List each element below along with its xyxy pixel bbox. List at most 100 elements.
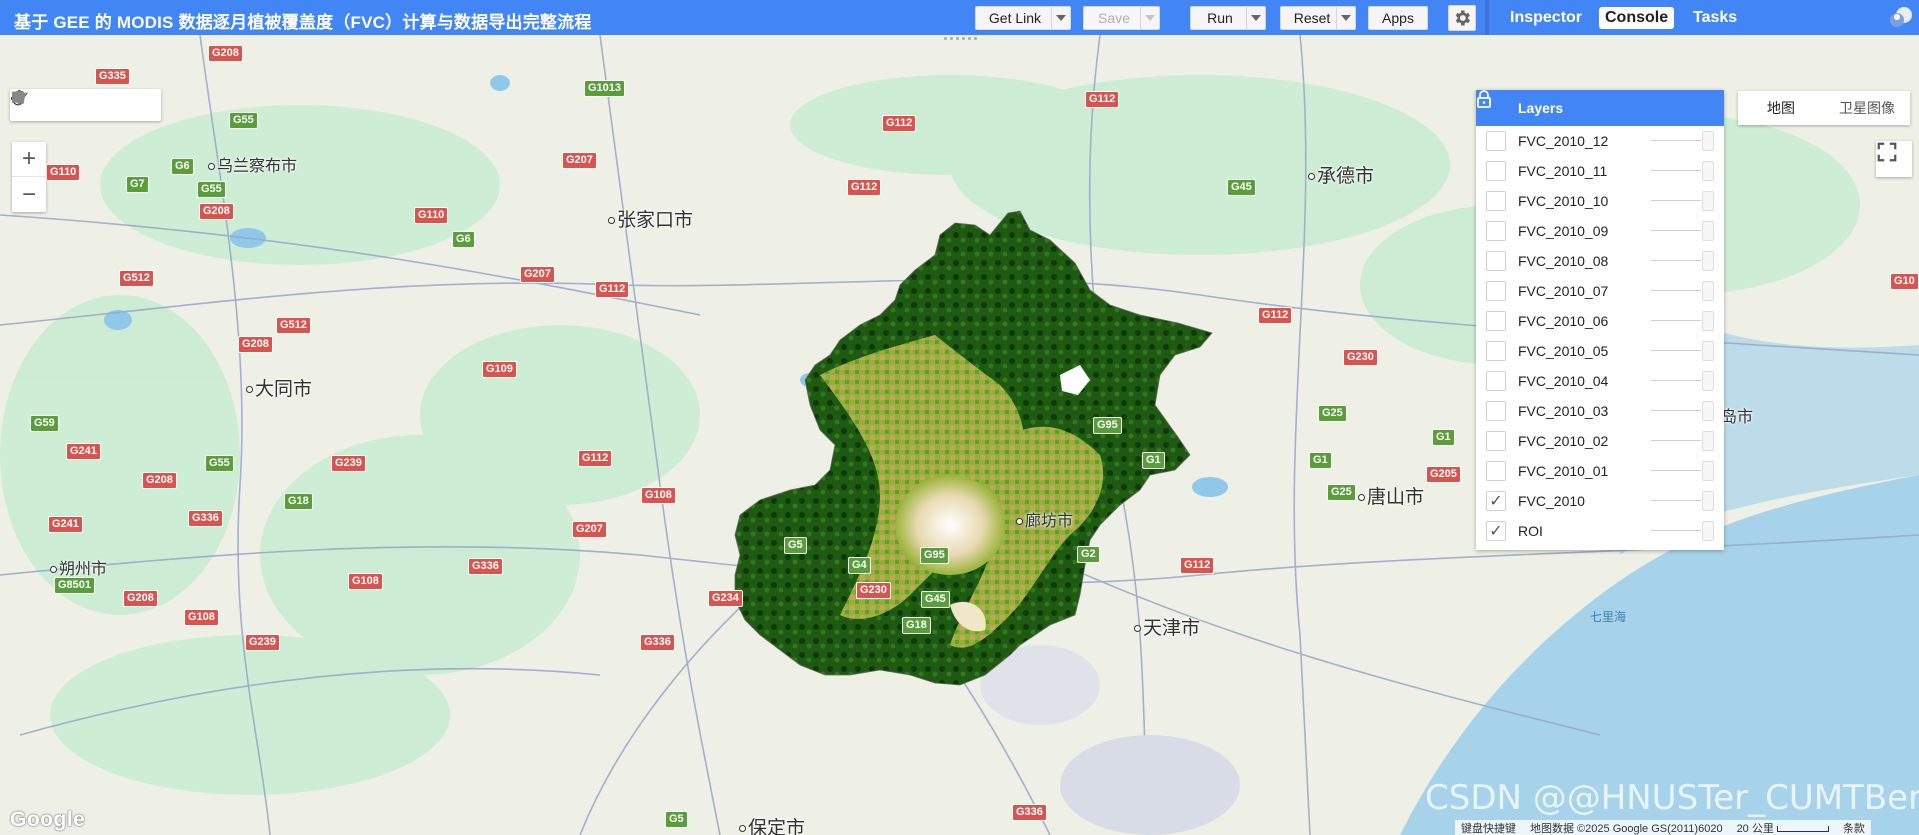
layer-row[interactable]: FVC_2010_06 (1476, 306, 1724, 336)
layer-row[interactable]: FVC_2010_08 (1476, 246, 1724, 276)
opacity-slider[interactable] (1651, 440, 1701, 441)
layer-checkbox[interactable] (1486, 431, 1506, 451)
highway-shield: G208 (123, 590, 158, 607)
tab-inspector[interactable]: Inspector (1504, 7, 1588, 29)
opacity-slider[interactable] (1651, 410, 1701, 411)
layer-row[interactable]: FVC_2010_09 (1476, 216, 1724, 246)
opacity-slider-handle[interactable] (1702, 401, 1714, 421)
highway-shield: G512 (119, 270, 154, 287)
map-type-satellite[interactable]: 卫星图像 (1824, 98, 1910, 118)
opacity-slider[interactable] (1651, 470, 1701, 471)
keyboard-shortcuts-link[interactable]: 键盘快捷键 (1461, 820, 1516, 835)
highway-shield: G335 (95, 68, 130, 85)
layer-row[interactable]: FVC_2010_02 (1476, 426, 1724, 456)
layer-row[interactable]: ✓ FVC_2010 (1476, 486, 1724, 516)
save-button[interactable]: Save (1083, 6, 1145, 30)
opacity-slider[interactable] (1651, 500, 1701, 501)
layer-row[interactable]: ✓ ROI (1476, 516, 1724, 546)
map-canvas[interactable]: 乌兰察布市 张家口市 承德市 大同市 唐山市 廊坊市 朔州市 天津市 保定市 秦… (0, 35, 1919, 835)
zoom-in-button[interactable]: + (12, 142, 46, 177)
layer-row[interactable]: FVC_2010_10 (1476, 186, 1724, 216)
layer-checkbox[interactable]: ✓ (1486, 521, 1506, 541)
zoom-out-button[interactable]: − (12, 177, 46, 212)
opacity-slider[interactable] (1651, 230, 1701, 231)
reset-dropdown-icon[interactable] (1336, 6, 1356, 30)
layer-checkbox[interactable] (1486, 251, 1506, 271)
run-dropdown-icon[interactable] (1246, 6, 1266, 30)
opacity-slider-handle[interactable] (1702, 311, 1714, 331)
layer-row[interactable]: FVC_2010_11 (1476, 156, 1724, 186)
opacity-slider[interactable] (1651, 530, 1701, 531)
save-dropdown-icon[interactable] (1140, 6, 1160, 30)
run-button[interactable]: Run (1190, 6, 1250, 30)
opacity-slider[interactable] (1651, 350, 1701, 351)
opacity-slider[interactable] (1651, 320, 1701, 321)
add-marker-icon[interactable] (14, 89, 70, 121)
layer-name: FVC_2010_08 (1518, 253, 1609, 269)
layer-name: FVC_2010_02 (1518, 433, 1609, 449)
get-link-dropdown-icon[interactable] (1051, 6, 1071, 30)
fullscreen-icon[interactable] (1876, 141, 1912, 177)
lock-icon[interactable] (1477, 90, 1508, 120)
layer-row[interactable]: FVC_2010_12 (1476, 126, 1724, 156)
opacity-slider-handle[interactable] (1702, 281, 1714, 301)
draw-polygon-icon[interactable] (12, 89, 130, 121)
highway-shield: G95 (920, 547, 949, 564)
layer-checkbox[interactable] (1486, 161, 1506, 181)
layer-checkbox[interactable] (1486, 401, 1506, 421)
opacity-slider-handle[interactable] (1702, 431, 1714, 451)
draw-rectangle-icon[interactable] (12, 89, 160, 121)
opacity-slider[interactable] (1651, 170, 1701, 171)
apps-button[interactable]: Apps (1368, 6, 1428, 30)
opacity-slider-handle[interactable] (1702, 131, 1714, 151)
opacity-slider-handle[interactable] (1702, 461, 1714, 481)
layer-row[interactable]: FVC_2010_04 (1476, 366, 1724, 396)
opacity-slider-handle[interactable] (1702, 191, 1714, 211)
draw-line-icon[interactable] (11, 89, 100, 121)
layer-checkbox[interactable] (1486, 191, 1506, 211)
highway-shield: G6 (171, 158, 194, 175)
reset-button[interactable]: Reset (1280, 6, 1344, 30)
layer-checkbox[interactable] (1486, 371, 1506, 391)
layer-checkbox[interactable] (1486, 341, 1506, 361)
layer-row[interactable]: FVC_2010_03 (1476, 396, 1724, 426)
layer-row[interactable]: FVC_2010_07 (1476, 276, 1724, 306)
get-link-button[interactable]: Get Link (975, 6, 1055, 30)
layer-row[interactable]: FVC_2010_05 (1476, 336, 1724, 366)
opacity-slider-handle[interactable] (1702, 341, 1714, 361)
highway-shield: G25 (1318, 405, 1347, 422)
layer-checkbox[interactable] (1486, 131, 1506, 151)
panel-divider[interactable] (1485, 0, 1489, 35)
opacity-slider[interactable] (1651, 200, 1701, 201)
highway-shield: G208 (208, 45, 243, 62)
opacity-slider-handle[interactable] (1702, 521, 1714, 541)
terms-link[interactable]: 条款 (1843, 820, 1865, 835)
opacity-slider[interactable] (1651, 260, 1701, 261)
layer-checkbox[interactable] (1486, 281, 1506, 301)
layer-checkbox[interactable] (1486, 221, 1506, 241)
layer-checkbox[interactable] (1486, 461, 1506, 481)
account-avatar-icon[interactable] (1888, 4, 1914, 30)
opacity-slider-handle[interactable] (1702, 221, 1714, 241)
layer-checkbox[interactable] (1486, 311, 1506, 331)
place-label: 朔州市 (50, 555, 107, 579)
map-type-map[interactable]: 地图 (1738, 98, 1824, 118)
splitter-handle[interactable] (930, 35, 990, 41)
opacity-slider[interactable] (1651, 290, 1701, 291)
tab-console[interactable]: Console (1599, 7, 1675, 29)
opacity-slider-handle[interactable] (1702, 161, 1714, 181)
place-label: 天津市 (1134, 613, 1200, 640)
opacity-slider[interactable] (1651, 380, 1701, 381)
highway-shield: G108 (348, 573, 383, 590)
tab-tasks[interactable]: Tasks (1687, 7, 1743, 29)
opacity-slider[interactable] (1651, 140, 1701, 141)
layer-checkbox[interactable]: ✓ (1486, 491, 1506, 511)
gear-icon[interactable] (1448, 5, 1476, 31)
layer-row[interactable]: FVC_2010_01 (1476, 456, 1724, 486)
opacity-slider-handle[interactable] (1702, 371, 1714, 391)
opacity-slider-handle[interactable] (1702, 251, 1714, 271)
highway-shield: G234 (708, 590, 743, 607)
layers-header[interactable]: Layers (1476, 90, 1724, 126)
layer-name: FVC_2010 (1518, 493, 1585, 509)
opacity-slider-handle[interactable] (1702, 491, 1714, 511)
